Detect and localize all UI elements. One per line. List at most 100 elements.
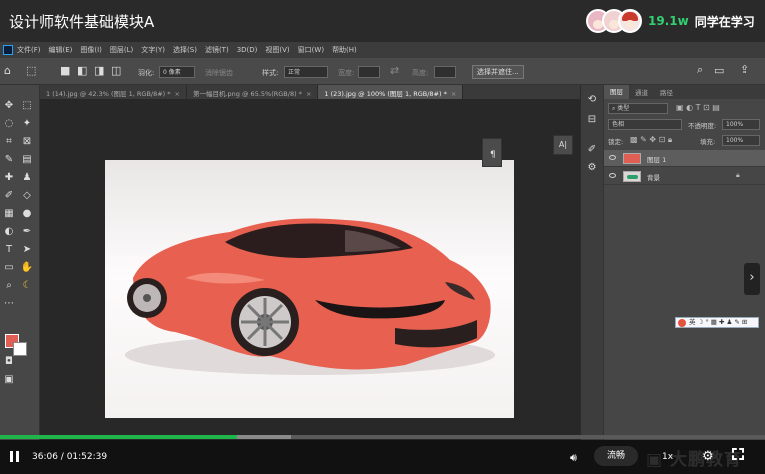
quick-mask-icon[interactable]: ◘	[2, 355, 16, 369]
blend-mode-select[interactable]: 色相	[608, 119, 682, 130]
menu-3d[interactable]: 3D(D)	[237, 46, 258, 54]
menu-window[interactable]: 窗口(W)	[298, 45, 324, 55]
rectangle-icon[interactable]: ▭	[2, 261, 16, 275]
subtract-selection-icon[interactable]: ◨	[94, 64, 104, 77]
filter-icons[interactable]: ▣ ◐ T ⊡ ▤	[676, 103, 720, 112]
antialias-checkbox[interactable]: 消除锯齿	[205, 68, 233, 78]
doc-tab-label: 第一幅目机.png @ 65.5%(RGB/8) *	[192, 90, 302, 98]
visibility-eye-icon[interactable]	[609, 173, 616, 178]
pause-button[interactable]	[9, 451, 21, 463]
close-icon[interactable]: ×	[451, 90, 456, 98]
dodge-icon[interactable]: ◐	[2, 225, 16, 239]
ruler-icon[interactable]: ▤	[20, 153, 34, 167]
stamp-icon[interactable]: ♟	[20, 171, 34, 185]
layer-row[interactable]: 图层 1	[604, 150, 765, 167]
progress-bar[interactable]	[0, 435, 765, 439]
hand-icon[interactable]: ✋	[20, 261, 34, 275]
marquee-icon[interactable]: ⬚	[20, 99, 34, 113]
eraser-icon[interactable]: ◇	[20, 189, 34, 203]
move-tool-icon[interactable]: ✥	[2, 99, 16, 113]
car-image	[125, 218, 495, 375]
history-icon[interactable]: ⟲	[585, 93, 599, 107]
fill-input[interactable]: 100%	[722, 135, 760, 146]
volume-icon[interactable]: 🔊︎	[570, 451, 577, 465]
zoom-icon[interactable]: ⌕	[2, 279, 16, 293]
menu-image[interactable]: 图像(I)	[80, 45, 102, 55]
layer-thumbnail	[623, 153, 641, 164]
panel-dock-strip: ⟲ ⊟ ✐ ⚙	[580, 85, 603, 440]
gear-icon[interactable]: ⚙	[702, 449, 714, 464]
intersect-selection-icon[interactable]: ◫	[111, 64, 121, 77]
type-tool-icon[interactable]: T	[2, 243, 16, 257]
menu-file[interactable]: 文件(F)	[17, 45, 41, 55]
frame-icon[interactable]: ⊠	[20, 135, 34, 149]
swap-icon[interactable]: ⇄	[390, 64, 399, 77]
search-icon[interactable]: ⌕	[697, 63, 703, 77]
opacity-input[interactable]: 100%	[722, 119, 760, 130]
width-label: 宽度:	[338, 69, 355, 77]
style-select[interactable]: 正常	[284, 66, 328, 78]
photoshop-window: 文件(F) 编辑(E) 图像(I) 图层(L) 文字(Y) 选择(S) 滤镜(T…	[0, 42, 765, 440]
speed-button[interactable]: 1x	[662, 452, 673, 462]
blur-icon[interactable]: ●	[20, 207, 34, 221]
add-selection-icon[interactable]: ◧	[77, 64, 87, 77]
magic-wand-icon[interactable]: ✦	[20, 117, 34, 131]
doc-tab[interactable]: 第一幅目机.png @ 65.5%(RGB/8) * ×	[187, 85, 319, 99]
document-tabs: 1 (14).jpg @ 42.3% (图层 1, RGB/8#) * × 第一幅…	[40, 85, 580, 99]
share-icon[interactable]: ⇪	[740, 63, 749, 76]
lock-icons[interactable]: ▩ ✎ ✥ ⊡ 🔒︎	[630, 135, 672, 145]
more-tools-icon[interactable]: ⋯	[2, 297, 16, 311]
canvas-workspace[interactable]: ¶	[40, 99, 580, 440]
gradient-icon[interactable]: ▦	[2, 207, 16, 221]
select-and-mask-button[interactable]: 选择并遮住...	[472, 65, 524, 79]
ime-toolbar[interactable]: 英 ☽ ° ▦ ✚ ♟ ✎ ⊞	[675, 317, 759, 328]
lasso-icon[interactable]: ◌	[2, 117, 16, 131]
layer-row[interactable]: 背景 🔒︎	[604, 168, 765, 185]
tab-paths[interactable]: 路径	[654, 87, 679, 97]
width-input[interactable]	[358, 66, 380, 78]
healing-icon[interactable]: ✚	[2, 171, 16, 185]
brush-icon[interactable]: ✐	[2, 189, 16, 203]
tab-layers[interactable]: 图层	[604, 85, 629, 99]
document-canvas[interactable]	[105, 160, 514, 418]
brush-panel-icon[interactable]: ✐	[585, 143, 599, 157]
marquee-tool-icon[interactable]: ⬚	[26, 64, 36, 77]
menu-view[interactable]: 视图(V)	[265, 45, 289, 55]
menu-edit[interactable]: 编辑(E)	[49, 45, 73, 55]
menu-filter[interactable]: 滤镜(T)	[205, 45, 229, 55]
workspace-icon[interactable]: ▭	[714, 64, 724, 77]
paragraph-mini-panel[interactable]: ¶	[482, 138, 502, 167]
layer-thumbnail	[623, 171, 641, 182]
doc-tab-active[interactable]: 1 (23).jpg @ 100% (图层 1, RGB/8#) * ×	[318, 85, 464, 99]
kind-filter-select[interactable]: ⌕ 类型	[608, 103, 668, 114]
properties-icon[interactable]: ⚙	[585, 161, 599, 175]
adjust-icon[interactable]: ⊟	[585, 113, 599, 127]
banana-icon: ☾	[22, 280, 32, 291]
menu-help[interactable]: 帮助(H)	[332, 45, 357, 55]
quality-button[interactable]: 流畅	[594, 446, 638, 466]
chevron-right-icon[interactable]: ›	[744, 263, 760, 295]
crop-icon[interactable]: ⌗	[2, 135, 16, 149]
menu-type[interactable]: 文字(Y)	[141, 45, 165, 55]
new-selection-icon[interactable]: ■	[60, 64, 70, 77]
visibility-eye-icon[interactable]	[609, 155, 616, 160]
screen-mode-icon[interactable]: ▣	[2, 373, 16, 387]
character-mini-panel[interactable]: A|	[553, 135, 573, 155]
tab-channels[interactable]: 通道	[629, 87, 654, 97]
path-select-icon[interactable]: ➤	[20, 243, 34, 257]
feather-input[interactable]: 0 像素	[159, 66, 195, 78]
menu-select[interactable]: 选择(S)	[173, 45, 197, 55]
background-color-swatch[interactable]	[13, 342, 27, 356]
close-icon[interactable]: ×	[306, 90, 311, 98]
layers-panel-tabs: 图层 通道 路径	[604, 85, 765, 99]
pen-icon[interactable]: ✒	[20, 225, 34, 239]
eyedropper-icon[interactable]: ✎	[2, 153, 16, 167]
home-icon[interactable]: ⌂	[4, 64, 11, 77]
close-icon[interactable]: ×	[175, 90, 180, 98]
doc-tab[interactable]: 1 (14).jpg @ 42.3% (图层 1, RGB/8#) * ×	[40, 85, 187, 99]
video-player-root: 设计师软件基础模块A 19.1w 同学在学习 文件(F) 编辑(E) 图像(I)…	[0, 0, 765, 474]
lock-icon[interactable]: 🔒︎	[736, 171, 740, 180]
menu-layer[interactable]: 图层(L)	[110, 45, 133, 55]
fill-label: 填充:	[700, 138, 716, 146]
height-input[interactable]	[434, 66, 456, 78]
